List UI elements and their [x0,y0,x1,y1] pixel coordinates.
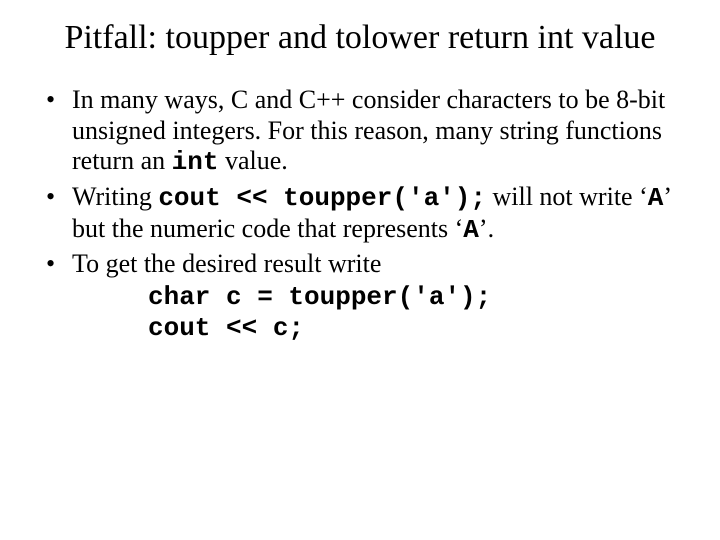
code-block: char c = toupper('a'); cout << c; [148,282,672,343]
slide-title: Pitfall: toupper and tolower return int … [38,18,682,57]
bullet-2-A2: A [463,215,479,245]
bullet-2-text-post: ’. [479,214,494,243]
bullet-1-code-int: int [172,147,219,177]
bullet-3: To get the desired result write char c =… [44,249,672,343]
slide: Pitfall: toupper and tolower return int … [0,0,720,540]
bullet-1-text-post: value. [218,146,287,175]
code-line-2: cout << c; [148,313,304,343]
code-line-1: char c = toupper('a'); [148,282,491,312]
bullet-1: In many ways, C and C++ consider charact… [44,85,672,178]
bullet-3-text: To get the desired result write [72,249,381,278]
bullet-list: In many ways, C and C++ consider charact… [38,85,682,343]
bullet-2-text-mid: will not write ‘ [486,182,648,211]
bullet-2-text-pre: Writing [72,182,158,211]
bullet-1-text-pre: In many ways, C and C++ consider charact… [72,85,665,175]
bullet-2-code-cout: cout << toupper('a'); [158,183,486,213]
bullet-2: Writing cout << toupper('a'); will not w… [44,182,672,245]
bullet-2-A1: A [648,183,664,213]
